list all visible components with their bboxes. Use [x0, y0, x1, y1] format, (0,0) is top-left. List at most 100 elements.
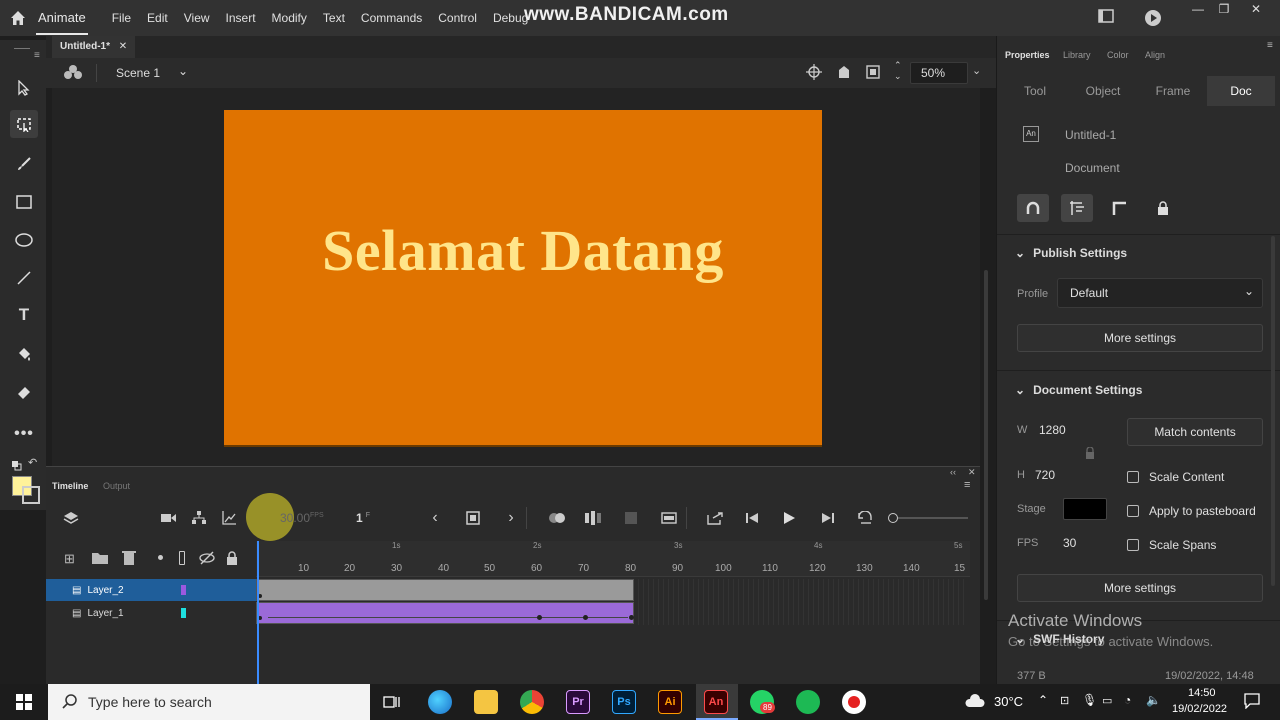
menu-commands[interactable]: Commands: [361, 11, 422, 25]
next-keyframe-icon[interactable]: ›: [500, 509, 522, 527]
close-tab-icon[interactable]: ✕: [119, 41, 127, 52]
properties-scrollbar[interactable]: [1271, 236, 1275, 586]
subtab-tool[interactable]: Tool: [1001, 76, 1069, 106]
frame-size-slider-handle[interactable]: [888, 513, 898, 523]
layer-row[interactable]: ▤ Layer_1: [46, 602, 256, 624]
layer-parenting-icon[interactable]: [188, 509, 210, 527]
oval-tool-icon[interactable]: [10, 226, 38, 254]
frame-size-slider[interactable]: [898, 517, 968, 519]
layer-color-swatch[interactable]: [181, 608, 186, 618]
delete-layer-icon[interactable]: [122, 550, 136, 570]
windows-start-icon[interactable]: [16, 694, 32, 715]
insert-frame-icon[interactable]: [704, 509, 726, 527]
width-input[interactable]: 1280: [1039, 423, 1066, 437]
default-colors-icon[interactable]: [12, 458, 22, 476]
keyframe-dot[interactable]: [537, 615, 542, 620]
show-hidden-icons-icon[interactable]: ⌃: [1038, 693, 1048, 707]
playhead[interactable]: [257, 541, 259, 685]
app-name[interactable]: Animate: [36, 1, 88, 35]
menu-control[interactable]: Control: [438, 11, 477, 25]
menu-text[interactable]: Text: [323, 11, 345, 25]
chevron-down-icon[interactable]: ⌄: [178, 64, 188, 78]
notification-center-icon[interactable]: [1244, 693, 1260, 714]
file-explorer-icon[interactable]: [474, 690, 498, 714]
keyframe-dot[interactable]: [583, 615, 588, 620]
premiere-pro-icon[interactable]: Pr: [566, 690, 590, 714]
layer-name[interactable]: Layer_2: [87, 585, 123, 596]
subtab-frame[interactable]: Frame: [1139, 76, 1207, 106]
menu-file[interactable]: File: [112, 11, 131, 25]
more-tools-icon[interactable]: •••: [10, 420, 38, 448]
timeline-menu-icon[interactable]: ≡: [964, 479, 970, 491]
lock-icon[interactable]: [1147, 194, 1179, 222]
scene-icon[interactable]: [64, 64, 82, 85]
microphone-icon[interactable]: 🎙: [1082, 693, 1097, 707]
rectangle-tool-icon[interactable]: [10, 188, 38, 216]
clip-content-icon[interactable]: [836, 64, 852, 85]
zoom-dropdown-icon[interactable]: ⌄: [972, 64, 981, 77]
collapse-panel-icon[interactable]: ‹‹: [950, 467, 956, 477]
menu-modify[interactable]: Modify: [272, 11, 307, 25]
layer-color-swatch[interactable]: [181, 585, 186, 595]
keyframe-dot[interactable]: [629, 615, 634, 620]
layers-icon[interactable]: [60, 509, 82, 527]
new-folder-icon[interactable]: [92, 551, 108, 569]
document-settings-header[interactable]: ⌄ Document Settings: [1015, 383, 1142, 397]
close-window-icon[interactable]: ✕: [1242, 0, 1270, 20]
edit-multiple-frames-icon[interactable]: [582, 509, 604, 527]
document-more-settings-button[interactable]: More settings: [1017, 574, 1263, 602]
zoom-input[interactable]: 50%: [910, 62, 968, 84]
zoom-stepper-icon[interactable]: ⌃ ⌄: [894, 60, 902, 82]
menu-view[interactable]: View: [184, 11, 210, 25]
scale-spans-checkbox[interactable]: [1127, 539, 1139, 551]
close-panel-icon[interactable]: ✕: [968, 467, 976, 478]
weather-icon[interactable]: [964, 693, 986, 716]
previous-keyframe-icon[interactable]: ‹: [424, 509, 446, 527]
network-icon[interactable]: ◔: [1124, 693, 1131, 707]
empty-frames[interactable]: [634, 579, 966, 625]
stage-color-swatch[interactable]: [1063, 498, 1107, 520]
fit-stage-icon[interactable]: [866, 65, 880, 84]
eraser-tool-icon[interactable]: [10, 378, 38, 406]
tab-align[interactable]: Align: [1145, 50, 1165, 60]
outline-layers-icon[interactable]: [179, 551, 185, 565]
scale-content-checkbox[interactable]: [1127, 471, 1139, 483]
match-contents-button[interactable]: Match contents: [1127, 418, 1263, 446]
test-movie-icon[interactable]: [1144, 9, 1162, 32]
layer-1-tween-span[interactable]: [256, 602, 634, 624]
menu-insert[interactable]: Insert: [226, 11, 256, 25]
battery-icon[interactable]: ▭: [1102, 694, 1112, 707]
edge-browser-icon[interactable]: [428, 690, 452, 714]
tab-library[interactable]: Library: [1063, 50, 1091, 60]
profile-select[interactable]: Default ⌄: [1057, 278, 1263, 308]
create-tween-icon[interactable]: [658, 509, 680, 527]
tab-output[interactable]: Output: [103, 481, 130, 491]
split-icon[interactable]: [620, 509, 642, 527]
fps-value[interactable]: 30.00FPS: [280, 511, 324, 525]
layer-2-frame-span[interactable]: [256, 579, 634, 601]
stage-canvas[interactable]: Selamat Datang: [224, 110, 822, 447]
publish-more-settings-button[interactable]: More settings: [1017, 324, 1263, 352]
recorder-icon[interactable]: [842, 690, 866, 714]
link-dimensions-icon[interactable]: [1085, 446, 1095, 464]
scene-name[interactable]: Scene 1: [116, 66, 160, 80]
go-to-first-frame-icon[interactable]: [742, 509, 764, 527]
selection-tool-icon[interactable]: [10, 74, 38, 102]
clock-time[interactable]: 14:50: [1188, 687, 1216, 699]
subtab-object[interactable]: Object: [1069, 76, 1137, 106]
fps-input[interactable]: 30: [1063, 536, 1076, 550]
current-frame[interactable]: 1F: [356, 511, 370, 525]
tab-properties[interactable]: Properties: [1005, 50, 1050, 60]
minimize-icon[interactable]: —: [1184, 0, 1212, 20]
brush-tool-icon[interactable]: [10, 150, 38, 178]
panel-menu-icon[interactable]: ≡: [1267, 40, 1273, 51]
menu-edit[interactable]: Edit: [147, 11, 168, 25]
publish-settings-header[interactable]: ⌄ Publish Settings: [1015, 246, 1127, 260]
graph-icon[interactable]: [218, 509, 240, 527]
stroke-color-swatch[interactable]: [22, 486, 40, 504]
home-icon[interactable]: [0, 0, 36, 36]
document-tab[interactable]: Untitled-1* ✕: [52, 36, 136, 58]
layer-name[interactable]: Layer_1: [87, 608, 123, 619]
weather-temperature[interactable]: 30°C: [994, 694, 1023, 709]
taskbar-search[interactable]: Type here to search: [48, 684, 370, 720]
